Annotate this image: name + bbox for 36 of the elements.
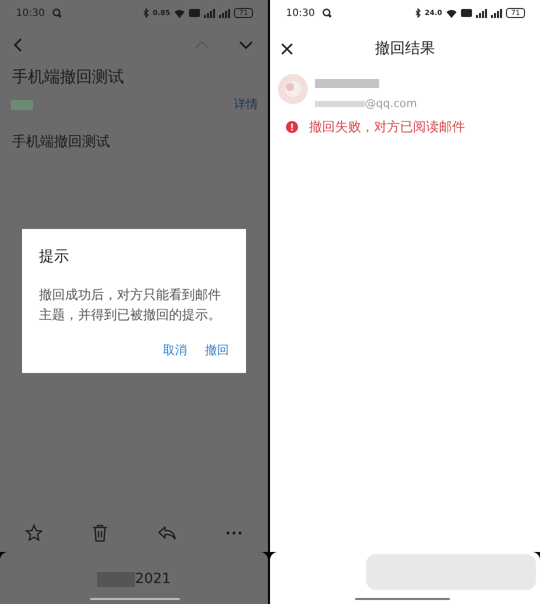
reply-icon[interactable] [157, 525, 177, 541]
trash-icon[interactable] [92, 524, 108, 542]
signal-icon [476, 8, 488, 18]
star-icon[interactable] [25, 524, 43, 542]
back-icon[interactable] [12, 37, 24, 53]
chevron-down-icon[interactable] [238, 40, 254, 50]
hd-icon [461, 9, 472, 17]
recall-status: 撤回失败，对方已阅读邮件 [309, 119, 465, 136]
wifi-icon [174, 8, 186, 18]
hd-icon [189, 9, 200, 17]
dialog-message: 撤回成功后，对方只能看到邮件主题，并得到已被撤回的提示。 [39, 287, 222, 325]
page-title: 撤回结果 [374, 39, 436, 58]
signal-icon [491, 8, 502, 18]
wifi-icon [446, 8, 458, 18]
signal-icon [204, 8, 216, 18]
avatar [278, 74, 308, 104]
email-subject: 手机端撤回测试 [11, 66, 125, 88]
dialog-button[interactable]: 撤回 [205, 342, 229, 359]
close-icon[interactable] [280, 42, 294, 56]
bluetooth-icon [142, 8, 149, 18]
blurred-name [315, 79, 379, 88]
status-time: 10:30 [286, 8, 315, 18]
signal-icon [219, 8, 230, 18]
dialog-title: 提示 [39, 247, 70, 266]
email-domain: @qq.com [365, 97, 417, 110]
more-icon[interactable] [226, 531, 242, 535]
dialog-button[interactable]: 取消 [163, 342, 187, 359]
bluetooth-icon [414, 8, 421, 18]
blurred-email [315, 100, 365, 106]
email-body: 手机端撤回测试 [11, 133, 111, 151]
notification-icon [322, 8, 332, 18]
app-card-title: 2021 [135, 571, 171, 587]
status-time: 10:30 [16, 8, 45, 18]
notification-icon [52, 8, 62, 18]
details-link[interactable]: 详情 [234, 96, 258, 113]
blurred-sender [11, 100, 33, 110]
